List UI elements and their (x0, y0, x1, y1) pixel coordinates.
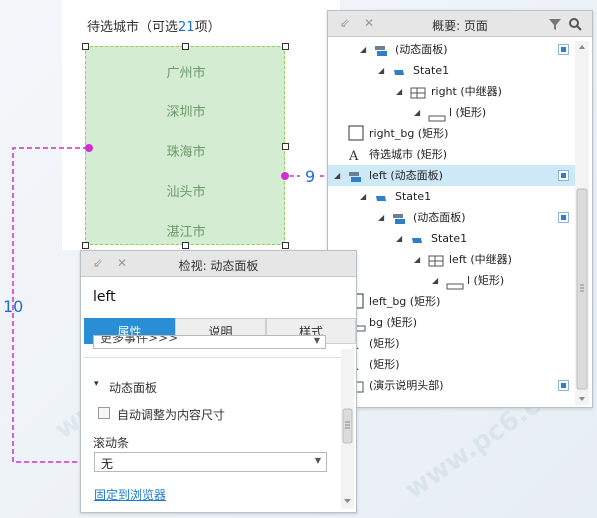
expand-triangle-icon[interactable]: ◢ (432, 270, 438, 291)
outline-row-label: l (矩形) (467, 274, 505, 287)
outline-row-label: 待选城市 (矩形) (369, 148, 448, 161)
outline-row-label: (动态面板) (413, 211, 466, 224)
outline-row[interactable]: A(矩形) (328, 354, 576, 375)
widget-name-field[interactable]: left (93, 289, 116, 305)
outline-row-label: State1 (413, 64, 450, 77)
outline-row[interactable]: ◢ right (中继器) (328, 81, 576, 102)
outline-row-label: left (中继器) (449, 253, 512, 266)
outline-row[interactable]: ◢ left (中继器) (328, 249, 576, 270)
auto-fit-checkbox[interactable] (98, 407, 110, 419)
city-item[interactable]: 湛江市 (86, 221, 286, 240)
outline-row-label: right (中继器) (431, 85, 502, 98)
annotation-dot (85, 144, 93, 152)
section-dynamic-panel: 动态面板 (109, 381, 158, 395)
outline-row[interactable]: bg (矩形) (328, 312, 576, 333)
outline-row[interactable]: ◢ State1 (328, 60, 576, 81)
city-item[interactable]: 广州市 (86, 62, 286, 81)
outline-row-label: (矩形) (369, 337, 400, 350)
city-item[interactable]: 深圳市 (86, 101, 286, 120)
divider (84, 357, 342, 358)
city-item[interactable]: 珠海市 (86, 141, 286, 160)
expand-triangle-icon[interactable]: ◢ (378, 60, 384, 81)
list-title: 待选城市（可选21项） (87, 20, 221, 35)
outline-row[interactable]: ◢ (动态面板) (328, 39, 576, 60)
resize-handle[interactable] (182, 242, 189, 249)
outline-header: ⇙ ✕ 概要: 页面 (328, 11, 592, 37)
visibility-toggle-icon[interactable] (558, 212, 569, 223)
expand-triangle-icon[interactable]: ◢ (360, 186, 366, 207)
resize-handle[interactable] (82, 242, 89, 249)
expand-triangle-icon[interactable]: ◢ (396, 81, 402, 102)
outline-row-label: State1 (431, 232, 468, 245)
outline-row-label: bg (矩形) (369, 316, 418, 329)
inspector-title: 检视: 动态面板 (178, 259, 259, 273)
outline-row[interactable]: A 待选城市 (矩形) (328, 144, 576, 165)
chevron-down-icon[interactable]: ▾ (94, 379, 99, 389)
outline-row[interactable]: (演示说明头部) (328, 375, 576, 396)
outline-panel: ⇙ ✕ 概要: 页面 ◢ (动态面板) ◢ State1 ◢ right (中继器) ◢ l … (327, 10, 593, 408)
outline-row[interactable]: A(矩形) (328, 333, 576, 354)
outline-row-label: left_bg (矩形) (369, 295, 441, 308)
outline-row[interactable]: ◢ State1 (328, 186, 576, 207)
outline-row-label: l (矩形) (449, 106, 487, 119)
visibility-toggle-icon[interactable] (558, 380, 569, 391)
left-repeater[interactable]: 广州市 深圳市 珠海市 汕头市 湛江市 (85, 46, 285, 245)
scrollbar-label: 滚动条 (93, 436, 130, 450)
outline-row-label: left (动态面板) (369, 169, 443, 182)
expand-triangle-icon[interactable]: ◢ (414, 102, 420, 123)
outline-row[interactable]: right_bg (矩形) (328, 123, 576, 144)
pin-to-browser-link[interactable]: 固定到浏览器 (94, 486, 166, 503)
outline-row[interactable]: ◢ left (动态面板) (328, 165, 576, 186)
annotation-number-9: 9 (305, 167, 316, 186)
outline-row-label: (动态面板) (395, 43, 448, 56)
resize-handle[interactable] (82, 43, 89, 50)
annotation-number-10: 10 (3, 297, 24, 316)
inspector-header: ⇙ ✕ 检视: 动态面板 (81, 251, 356, 277)
outline-row-label: (演示说明头部) (369, 379, 444, 392)
visibility-toggle-icon[interactable] (558, 170, 569, 181)
city-item[interactable]: 汕头市 (86, 181, 286, 200)
inspector-scrollbar[interactable] (341, 349, 354, 509)
expand-triangle-icon[interactable]: ◢ (360, 39, 366, 60)
resize-handle[interactable] (282, 143, 289, 150)
expand-triangle-icon[interactable]: ◢ (414, 249, 420, 270)
resize-handle[interactable] (282, 43, 289, 50)
expand-triangle-icon[interactable]: ◢ (396, 228, 402, 249)
resize-handle[interactable] (282, 242, 289, 249)
expand-triangle-icon[interactable]: ◢ (334, 165, 340, 186)
visibility-toggle-icon[interactable] (558, 44, 569, 55)
outline-row[interactable]: ◢ (动态面板) (328, 207, 576, 228)
outline-row[interactable]: ◢ l (矩形) (328, 102, 576, 123)
chevron-down-icon: ▼ (314, 456, 321, 465)
outline-row-label: (矩形) (369, 358, 400, 371)
outline-row-label: right_bg (矩形) (369, 127, 449, 140)
outline-row-label: State1 (395, 190, 432, 203)
auto-fit-label: 自动调整为内容尺寸 (117, 408, 226, 422)
annotation-dot (281, 172, 289, 180)
outline-row[interactable]: left_bg (矩形) (328, 291, 576, 312)
more-events-dropdown[interactable]: 更多事件>>> ▼ (93, 335, 326, 349)
chevron-down-icon: ▼ (313, 336, 320, 345)
scrollbar-select[interactable]: 无 ▼ (94, 452, 327, 472)
outline-scrollbar[interactable] (575, 41, 589, 405)
outline-row[interactable]: ◢ State1 (328, 228, 576, 249)
resize-handle[interactable] (182, 43, 189, 50)
filter-icon[interactable] (548, 17, 562, 31)
expand-triangle-icon[interactable]: ◢ (378, 207, 384, 228)
svg-text:A: A (348, 149, 359, 162)
inspector-panel: ⇙ ✕ 检视: 动态面板 left 属性 说明 样式 更多事件>>> ▼ ▾ 动… (80, 250, 357, 513)
search-icon[interactable] (568, 17, 582, 31)
outline-row[interactable]: ◢ l (矩形) (328, 270, 576, 291)
